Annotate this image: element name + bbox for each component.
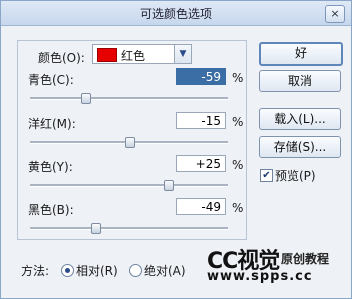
cyan-label: 青色(C): — [28, 73, 74, 87]
colors-dropdown[interactable]: 红色 ▼ — [92, 44, 192, 64]
black-percent-unit: % — [232, 201, 244, 215]
black-input[interactable] — [176, 198, 226, 215]
colors-label: 颜色(O): — [38, 51, 85, 65]
colors-dropdown-value: 红色 — [121, 49, 146, 63]
save-button[interactable]: 存储(S)... — [259, 136, 341, 158]
magenta-input[interactable] — [176, 112, 226, 129]
absolute-radio[interactable] — [129, 264, 142, 277]
yellow-slider-track[interactable] — [30, 180, 228, 191]
relative-radio[interactable] — [61, 264, 74, 277]
cancel-button[interactable]: 取消 — [259, 70, 341, 92]
cyan-slider-thumb[interactable] — [81, 93, 91, 104]
color-adjust-panel: 颜色(O): 红色 ▼ 青色(C): % 洋红(M): % 黄色(Y): % 黑… — [17, 40, 247, 240]
preview-label: 预览(P) — [275, 169, 316, 183]
cyan-input[interactable] — [176, 68, 226, 85]
selective-color-dialog: 可选颜色选项 × 颜色(O): 红色 ▼ 青色(C): % 洋红(M): % 黄… — [0, 0, 352, 299]
yellow-label: 黄色(Y): — [28, 160, 73, 174]
yellow-percent-unit: % — [232, 158, 244, 172]
chevron-down-icon[interactable]: ▼ — [174, 45, 191, 63]
watermark-text: 原创教程 — [281, 252, 330, 266]
black-slider-thumb[interactable] — [91, 223, 101, 234]
preview-checkbox[interactable]: ✔ — [260, 169, 273, 182]
magenta-slider-thumb[interactable] — [125, 137, 135, 148]
close-button[interactable]: × — [325, 5, 345, 23]
watermark-url: www.spps.cc — [207, 269, 313, 284]
load-button[interactable]: 载入(L)... — [259, 108, 341, 130]
relative-radio-label: 相对(R) — [76, 264, 118, 278]
magenta-slider-track[interactable] — [30, 137, 228, 148]
method-label: 方法: — [21, 264, 50, 278]
dialog-title: 可选颜色选项 — [139, 7, 212, 21]
cyan-slider-track[interactable] — [30, 93, 228, 104]
color-swatch — [97, 48, 117, 62]
ok-button[interactable]: 好 — [259, 42, 343, 66]
yellow-input[interactable] — [176, 155, 226, 172]
black-slider-track[interactable] — [30, 223, 228, 234]
title-bar[interactable]: 可选颜色选项 × — [1, 1, 351, 26]
cyan-percent-unit: % — [232, 71, 244, 85]
absolute-radio-label: 绝对(A) — [144, 264, 186, 278]
black-label: 黑色(B): — [28, 203, 74, 217]
magenta-percent-unit: % — [232, 115, 244, 129]
yellow-slider-thumb[interactable] — [164, 180, 174, 191]
magenta-label: 洋红(M): — [28, 117, 76, 131]
